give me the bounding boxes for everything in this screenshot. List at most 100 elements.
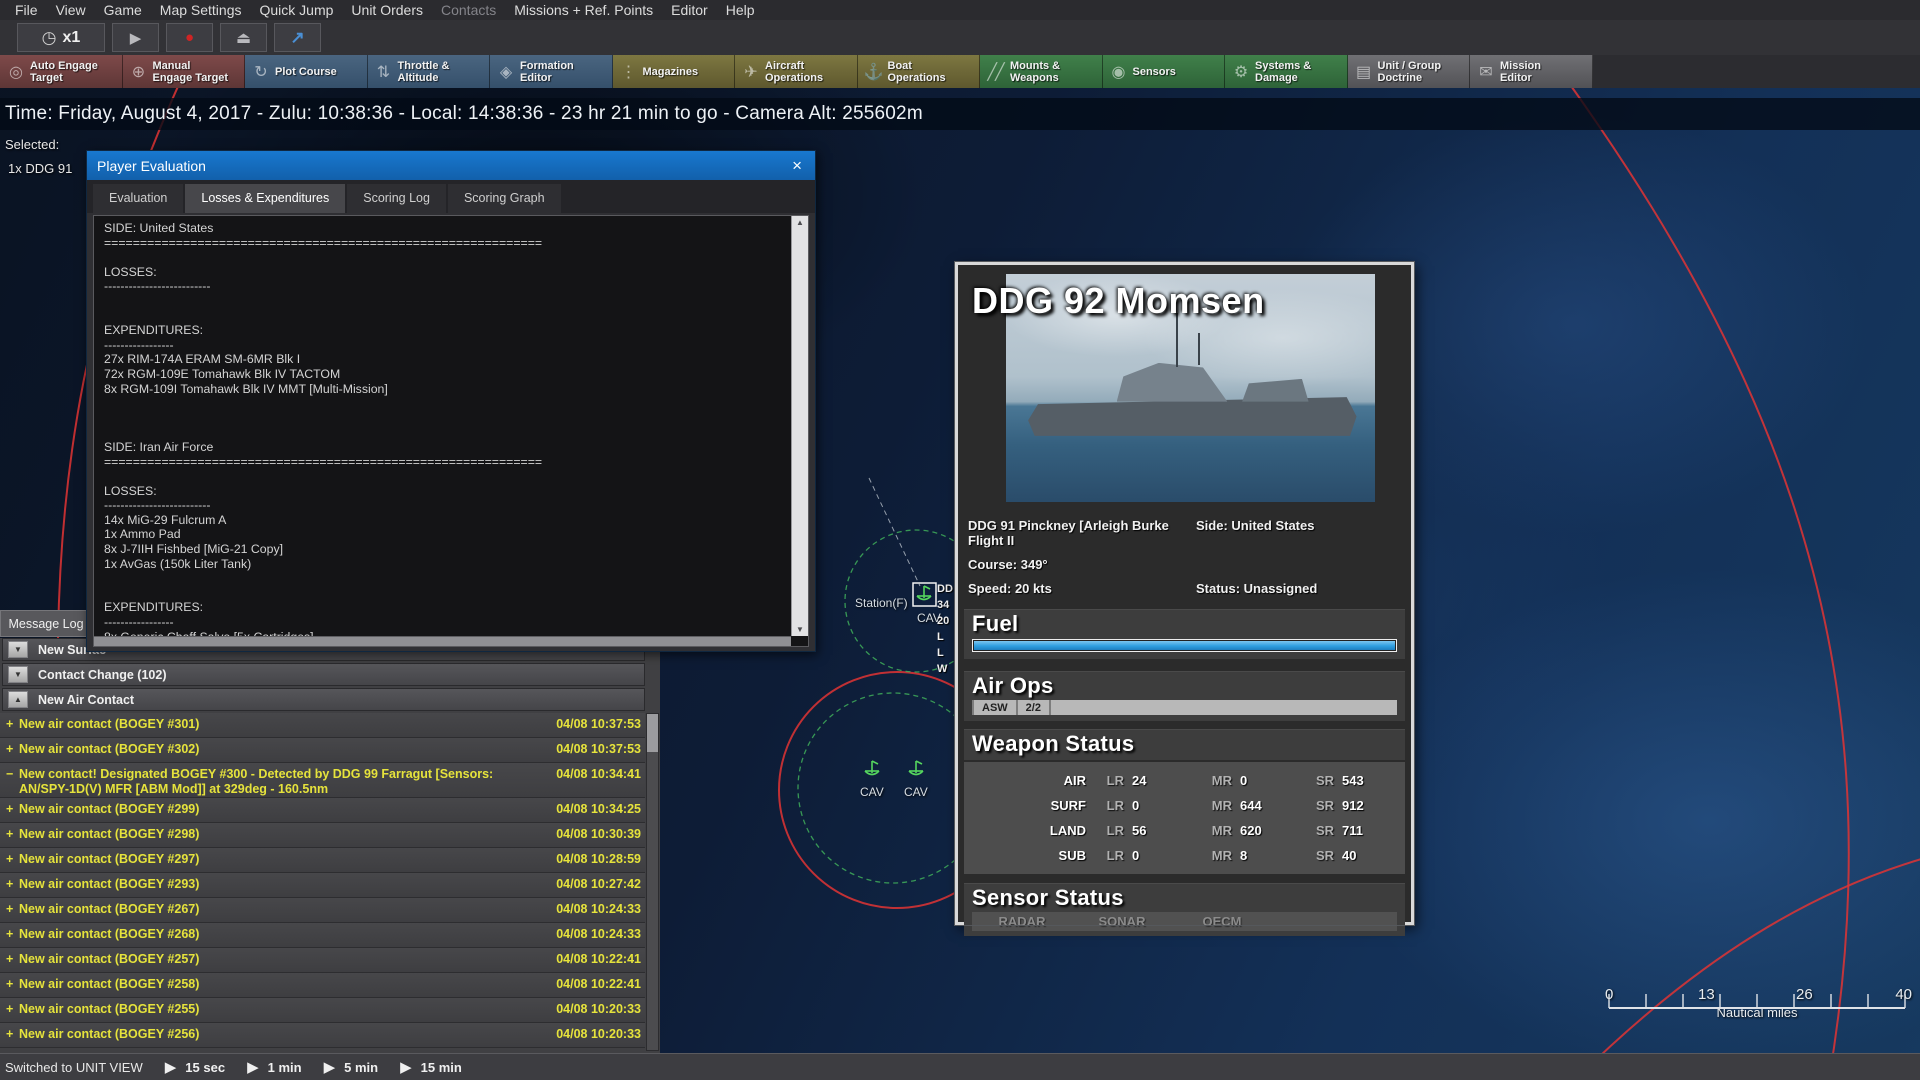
entry-timestamp: 04/08 10:30:39 — [556, 827, 641, 841]
menu-item[interactable]: Unit Orders — [342, 2, 432, 18]
toolbar-button[interactable]: ◉ Sensors — [1102, 55, 1225, 88]
message-log-entry[interactable]: + New air contact (BOGEY #301) 04/08 10:… — [0, 713, 645, 738]
weapon-col-label: SR — [1315, 823, 1334, 838]
menu-item[interactable]: Game — [95, 2, 151, 18]
message-log-entry[interactable]: + New air contact (BOGEY #256) 04/08 10:… — [0, 1023, 645, 1048]
toolbar-button[interactable]: ◎ Auto Engage Target — [0, 55, 123, 88]
menu-item[interactable]: Contacts — [432, 2, 505, 18]
entry-expand-icon[interactable]: − — [6, 767, 19, 781]
entry-expand-icon[interactable]: + — [6, 742, 19, 756]
ship-mast — [1197, 333, 1200, 366]
menu-item[interactable]: View — [47, 2, 95, 18]
horizontal-scrollbar[interactable] — [94, 636, 791, 646]
window-title-bar[interactable]: Player Evaluation × — [87, 151, 815, 180]
datablock-line: 34 — [937, 599, 950, 611]
entry-timestamp: 04/08 10:22:41 — [556, 952, 641, 966]
weapon-status-row: AIR LR 24 MR 0 SR 543 — [968, 768, 1401, 793]
sensors-icon: ◉ — [1111, 63, 1126, 81]
fuel-gauge-fill — [974, 641, 1395, 650]
report-line: ----------------- — [104, 615, 174, 630]
evaluation-tab[interactable]: Scoring Graph — [447, 184, 561, 213]
entry-expand-icon[interactable]: + — [6, 827, 19, 841]
message-log-entry[interactable]: + New air contact (BOGEY #297) 04/08 10:… — [0, 848, 645, 873]
time-step-button[interactable]: ▶ 15 sec — [165, 1058, 225, 1076]
message-log-entry[interactable]: + New air contact (BOGEY #267) 04/08 10:… — [0, 898, 645, 923]
evaluation-tab[interactable]: Losses & Expenditures — [185, 184, 346, 213]
chevron-toggle-icon[interactable]: ▼ — [8, 666, 28, 683]
sensor-status-item[interactable]: RADAR — [972, 914, 1072, 929]
menu-item[interactable]: Help — [717, 2, 764, 18]
recorder-button[interactable]: ⏏ — [220, 23, 267, 52]
report-line: EXPENDITURES: — [104, 323, 204, 338]
menu-item[interactable]: File — [6, 2, 47, 18]
sensor-status-item[interactable]: OECM — [1172, 914, 1272, 929]
menu-item[interactable]: Missions + Ref. Points — [505, 2, 662, 18]
time-compression-button[interactable]: ◷ x1 — [17, 23, 105, 52]
message-log-group[interactable]: ▼ Contact Change (102) — [2, 663, 645, 686]
message-log-entry[interactable]: + New air contact (BOGEY #258) 04/08 10:… — [0, 973, 645, 998]
sensor-status-item[interactable]: SONAR — [1072, 914, 1172, 929]
toolbar-button[interactable]: ⇅ Throttle & Altitude — [367, 55, 490, 88]
message-log-scrollbar[interactable] — [646, 713, 659, 1051]
entry-expand-icon[interactable]: + — [6, 977, 19, 991]
toolbar-button-label: Auto Engage Target — [30, 59, 98, 84]
entry-text: New air contact (BOGEY #297) — [19, 852, 200, 866]
air-ops-bar[interactable]: ASW 2/2 — [972, 700, 1397, 715]
surface-unit-icon[interactable] — [864, 760, 880, 776]
message-log-tab[interactable]: Message Log — [0, 610, 92, 637]
message-log-entry[interactable]: + New air contact (BOGEY #298) 04/08 10:… — [0, 823, 645, 848]
toolbar-button[interactable]: ↻ Plot Course — [245, 55, 368, 88]
menu-item[interactable]: Editor — [662, 2, 717, 18]
entry-expand-icon[interactable]: + — [6, 852, 19, 866]
message-log-entry[interactable]: + New air contact (BOGEY #255) 04/08 10:… — [0, 998, 645, 1023]
entry-text: New air contact (BOGEY #257) — [19, 952, 200, 966]
weapon-status-section: Weapon Status — [964, 729, 1405, 760]
chevron-toggle-icon[interactable]: ▲ — [8, 691, 28, 708]
message-log-entry[interactable]: + New air contact (BOGEY #302) 04/08 10:… — [0, 738, 645, 763]
toolbar-button[interactable]: ◈ Formation Editor — [490, 55, 613, 88]
ship-hull-silhouette — [1028, 397, 1357, 436]
message-log-entry[interactable]: + New air contact (BOGEY #268) 04/08 10:… — [0, 923, 645, 948]
entry-expand-icon[interactable]: + — [6, 952, 19, 966]
toolbar-button[interactable]: ╱╱ Mounts & Weapons — [980, 55, 1103, 88]
toolbar-button[interactable]: ✈ Aircraft Operations — [735, 55, 858, 88]
surface-unit-icon[interactable] — [916, 585, 932, 601]
toolbar-button[interactable]: ⚙ Systems & Damage — [1225, 55, 1348, 88]
play-button[interactable]: ▶ — [112, 23, 159, 52]
entry-expand-icon[interactable]: + — [6, 877, 19, 891]
report-line: ========================================… — [104, 454, 543, 469]
message-log-entry[interactable]: + New air contact (BOGEY #257) 04/08 10:… — [0, 948, 645, 973]
scroll-down-icon[interactable]: ▼ — [796, 625, 804, 634]
jump-button[interactable]: ↗ — [274, 23, 321, 52]
toolbar-button[interactable]: ⊕ Manual Engage Target — [122, 55, 245, 88]
time-step-button[interactable]: ▶ 5 min — [324, 1058, 379, 1076]
evaluation-tab[interactable]: Scoring Log — [347, 184, 446, 213]
entry-expand-icon[interactable]: + — [6, 802, 19, 816]
vertical-scrollbar[interactable]: ▲ ▼ — [791, 216, 808, 636]
record-button[interactable]: ● — [166, 23, 213, 52]
menu-item[interactable]: Map Settings — [151, 2, 251, 18]
toolbar-button[interactable]: ⚓ Boat Operations — [857, 55, 980, 88]
entry-expand-icon[interactable]: + — [6, 717, 19, 731]
chevron-toggle-icon[interactable]: ▼ — [8, 641, 28, 658]
surface-unit-icon[interactable] — [908, 760, 924, 776]
message-log-entry[interactable]: − New contact! Designated BOGEY #300 - D… — [0, 763, 645, 798]
toolbar-button[interactable]: ▤ Unit / Group Doctrine — [1347, 55, 1470, 88]
toolbar-button[interactable]: ⋮ Magazines — [612, 55, 735, 88]
close-icon[interactable]: × — [789, 156, 805, 176]
message-log-group[interactable]: ▲ New Air Contact — [2, 688, 645, 711]
time-step-button[interactable]: ▶ 15 min — [400, 1058, 462, 1076]
time-step-button[interactable]: ▶ 1 min — [247, 1058, 302, 1076]
message-log-entry[interactable]: + New air contact (BOGEY #299) 04/08 10:… — [0, 798, 645, 823]
scroll-up-icon[interactable]: ▲ — [796, 218, 804, 227]
entry-expand-icon[interactable]: + — [6, 1027, 19, 1041]
entry-expand-icon[interactable]: + — [6, 902, 19, 916]
record-icon: ● — [184, 29, 195, 46]
entry-expand-icon[interactable]: + — [6, 927, 19, 941]
menu-item[interactable]: Quick Jump — [251, 2, 343, 18]
scrollbar-thumb[interactable] — [647, 714, 658, 752]
entry-expand-icon[interactable]: + — [6, 1002, 19, 1016]
evaluation-tab[interactable]: Evaluation — [93, 184, 184, 213]
message-log-entry[interactable]: + New air contact (BOGEY #293) 04/08 10:… — [0, 873, 645, 898]
toolbar-button[interactable]: ✉ Mission Editor — [1470, 55, 1593, 88]
